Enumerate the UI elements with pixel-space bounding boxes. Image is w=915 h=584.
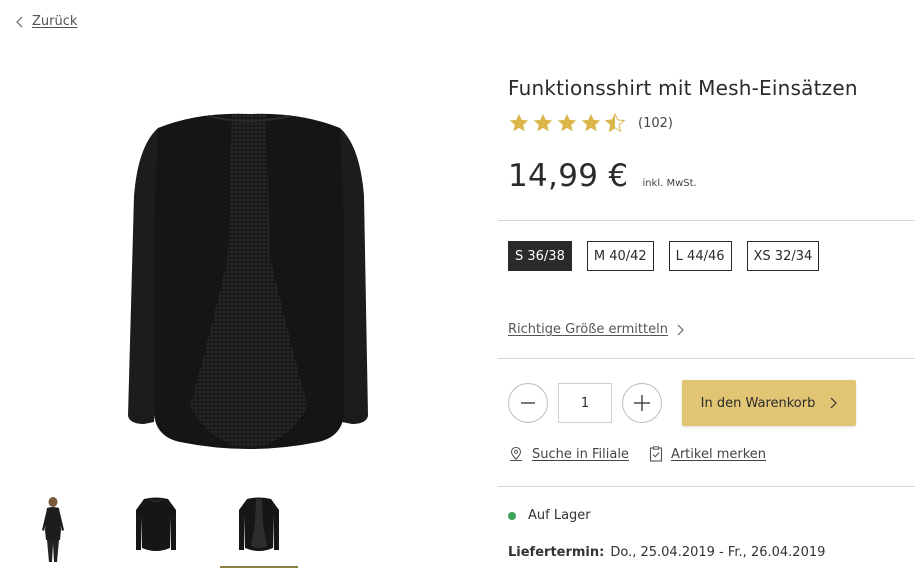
size-option-m[interactable]: M 40/42: [586, 241, 654, 271]
add-to-cart-button[interactable]: In den Warenkorb: [682, 380, 856, 426]
thumbnail-model[interactable]: [14, 496, 92, 568]
product-image-main: [128, 113, 368, 450]
back-link-label: Zurück: [32, 14, 78, 29]
delivery-label: Liefertermin:: [508, 545, 605, 560]
clipboard-check-icon: [649, 446, 662, 462]
back-link[interactable]: Zurück: [14, 14, 77, 29]
star-icon: [533, 113, 553, 132]
delivery-date: Do., 25.04.2019 - Fr., 26.04.2019: [610, 545, 826, 560]
vat-note: inkl. MwSt.: [642, 178, 697, 189]
quantity-input[interactable]: [558, 383, 612, 423]
size-option-xs[interactable]: XS 32/34: [746, 241, 820, 271]
divider: [498, 220, 915, 221]
product-title: Funktionsshirt mit Mesh-Einsätzen: [508, 76, 858, 100]
star-icon: [581, 113, 601, 132]
star-icon: [557, 113, 577, 132]
chevron-right-icon: [830, 397, 838, 409]
size-help-link[interactable]: Richtige Größe ermitteln: [508, 322, 684, 337]
quantity-increase-button[interactable]: [622, 383, 662, 423]
wishlist-link[interactable]: Artikel merken: [649, 446, 766, 462]
delivery-info: Liefertermin: Do., 25.04.2019 - Fr., 26.…: [508, 545, 825, 560]
stock-status: Auf Lager: [508, 508, 591, 523]
star-half-icon: [604, 112, 626, 133]
stock-status-label: Auf Lager: [528, 508, 591, 523]
location-pin-icon: [510, 446, 522, 461]
thumbnail-front[interactable]: [117, 496, 195, 568]
chevron-left-icon: [16, 16, 23, 27]
star-icon: [509, 113, 529, 132]
quantity-decrease-button[interactable]: [508, 383, 548, 423]
price: 14,99 €: [508, 158, 629, 194]
rating[interactable]: (102): [508, 112, 673, 134]
add-to-cart-label: In den Warenkorb: [700, 395, 816, 411]
rating-count: (102): [638, 115, 673, 131]
model-thumbnail-image: [42, 497, 64, 562]
size-option-l[interactable]: L 44/46: [668, 241, 732, 271]
shirt-front-thumbnail-image: [136, 497, 176, 551]
wishlist-label: Artikel merken: [670, 446, 766, 462]
minus-icon: [521, 402, 535, 404]
size-help-label: Richtige Größe ermitteln: [508, 322, 668, 337]
divider: [498, 486, 915, 487]
store-search-label: Suche in Filiale: [532, 446, 629, 462]
thumbnail-back[interactable]: [220, 496, 298, 568]
shirt-back-thumbnail-image: [239, 497, 279, 551]
plus-icon: [634, 395, 650, 411]
divider: [498, 358, 915, 359]
chevron-right-icon: [677, 324, 684, 335]
store-search-link[interactable]: Suche in Filiale: [508, 446, 629, 462]
size-option-s[interactable]: S 36/38: [508, 241, 572, 271]
in-stock-indicator: [508, 511, 516, 520]
size-selector: S 36/38 M 40/42 L 44/46 XS 32/34: [508, 241, 820, 271]
